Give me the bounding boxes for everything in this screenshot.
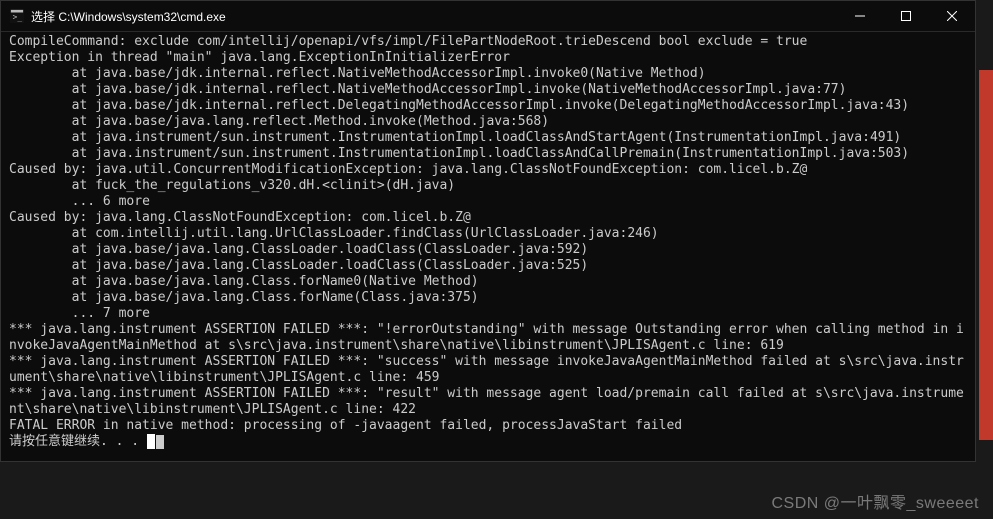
svg-text:>_: >_	[13, 13, 23, 22]
terminal-line: at java.base/java.lang.Class.forName(Cla…	[9, 290, 971, 306]
terminal-line: at java.base/jdk.internal.reflect.Delega…	[9, 98, 971, 114]
terminal-line: at java.base/java.lang.ClassLoader.loadC…	[9, 258, 971, 274]
terminal-line: FATAL ERROR in native method: processing…	[9, 418, 971, 434]
terminal-line: Caused by: java.lang.ClassNotFoundExcept…	[9, 210, 971, 226]
csdn-watermark: CSDN @一叶飘零_sweeeet	[771, 489, 979, 513]
terminal-line: at java.base/java.lang.reflect.Method.in…	[9, 114, 971, 130]
terminal-line: at java.base/jdk.internal.reflect.Native…	[9, 66, 971, 82]
terminal-line: at com.intellij.util.lang.UrlClassLoader…	[9, 226, 971, 242]
background-red-strip	[979, 70, 993, 440]
terminal-line: ... 7 more	[9, 306, 971, 322]
terminal-line: at java.instrument/sun.instrument.Instru…	[9, 146, 971, 162]
terminal-line: *** java.lang.instrument ASSERTION FAILE…	[9, 386, 971, 418]
terminal-line: CompileCommand: exclude com/intellij/ope…	[9, 34, 971, 50]
cmd-window: >_ 选择 C:\Windows\system32\cmd.exe Compil…	[0, 0, 976, 462]
minimize-button[interactable]	[837, 1, 883, 31]
terminal-line: at java.base/java.lang.Class.forName0(Na…	[9, 274, 971, 290]
terminal-line: at java.instrument/sun.instrument.Instru…	[9, 130, 971, 146]
terminal-prompt-line: 请按任意键继续. . .	[9, 434, 971, 450]
titlebar[interactable]: >_ 选择 C:\Windows\system32\cmd.exe	[1, 1, 975, 31]
terminal-line: at fuck_the_regulations_v320.dH.<clinit>…	[9, 178, 971, 194]
selection-block	[147, 434, 155, 449]
terminal-line: Exception in thread "main" java.lang.Exc…	[9, 50, 971, 66]
cursor	[156, 435, 164, 449]
terminal-line: ... 6 more	[9, 194, 971, 210]
close-button[interactable]	[929, 1, 975, 31]
terminal-line: *** java.lang.instrument ASSERTION FAILE…	[9, 322, 971, 354]
terminal-line: at java.base/jdk.internal.reflect.Native…	[9, 82, 971, 98]
window-title: 选择 C:\Windows\system32\cmd.exe	[31, 8, 226, 25]
terminal-line: Caused by: java.util.ConcurrentModificat…	[9, 162, 971, 178]
maximize-button[interactable]	[883, 1, 929, 31]
terminal-line: at java.base/java.lang.ClassLoader.loadC…	[9, 242, 971, 258]
terminal-output[interactable]: CompileCommand: exclude com/intellij/ope…	[1, 31, 975, 461]
terminal-line: *** java.lang.instrument ASSERTION FAILE…	[9, 354, 971, 386]
cmd-icon: >_	[9, 8, 25, 24]
prompt-text: 请按任意键继续. . .	[9, 434, 147, 449]
